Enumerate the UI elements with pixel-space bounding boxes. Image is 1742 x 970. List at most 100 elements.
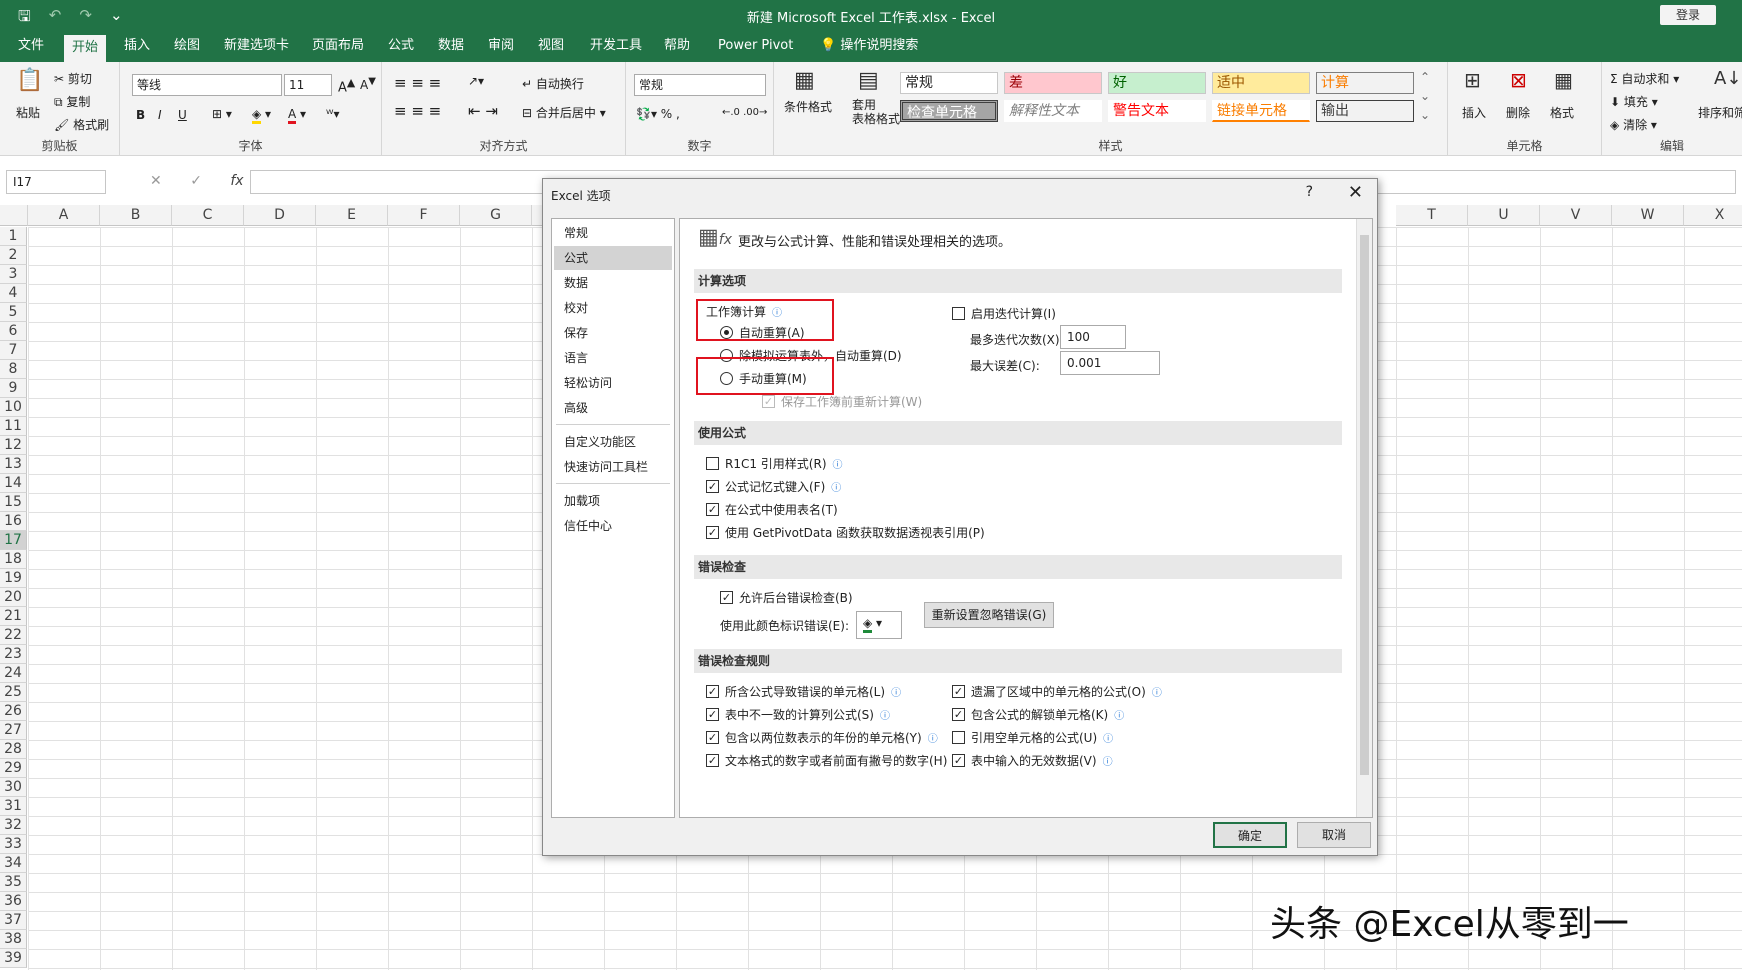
- col-header-e[interactable]: E: [316, 205, 388, 226]
- tab-file[interactable]: 文件: [10, 30, 52, 62]
- row-header[interactable]: 39: [0, 949, 27, 968]
- row-header[interactable]: 13: [0, 455, 27, 474]
- wrap-text-button[interactable]: ↵ 自动换行: [522, 75, 584, 92]
- border-icon[interactable]: ⊞ ▾: [212, 107, 232, 121]
- row-header[interactable]: 2: [0, 246, 27, 265]
- row-header[interactable]: 20: [0, 588, 27, 607]
- iterative-checkbox[interactable]: [952, 307, 965, 320]
- row-header[interactable]: 17: [0, 531, 27, 550]
- insert-function-icon[interactable]: fx: [230, 173, 243, 189]
- row-header[interactable]: 30: [0, 778, 27, 797]
- rule-inconsistent-column-checkbox[interactable]: ✓: [706, 708, 719, 721]
- col-header-d[interactable]: D: [244, 205, 316, 226]
- getpivotdata-option[interactable]: ✓ 使用 GetPivotData 函数获取数据透视表引用(P): [706, 524, 985, 541]
- content-scrollbar[interactable]: [1356, 219, 1372, 817]
- nav-data[interactable]: 数据: [554, 271, 672, 295]
- cancel-button[interactable]: 取消: [1297, 822, 1371, 848]
- ok-button[interactable]: 确定: [1213, 822, 1287, 848]
- autosum-button[interactable]: Σ 自动求和 ▾: [1610, 70, 1679, 87]
- help-icon[interactable]: ?: [1306, 184, 1313, 200]
- row-header[interactable]: 25: [0, 683, 27, 702]
- rule-unlocked-cells[interactable]: ✓ 包含公式的解锁单元格(K) ⓘ: [952, 706, 1124, 723]
- tab-review[interactable]: 审阅: [480, 30, 522, 62]
- clear-button[interactable]: ◈ 清除 ▾: [1610, 116, 1657, 133]
- row-header[interactable]: 5: [0, 303, 27, 322]
- phonetic-icon[interactable]: ᵂ▾: [326, 107, 340, 121]
- row-header[interactable]: 34: [0, 854, 27, 873]
- row-header[interactable]: 7: [0, 341, 27, 360]
- nav-customize-ribbon[interactable]: 自定义功能区: [554, 430, 672, 454]
- grow-font-icon[interactable]: A▲: [338, 76, 355, 95]
- row-header[interactable]: 1: [0, 227, 27, 246]
- tab-power-pivot[interactable]: Power Pivot: [710, 30, 801, 62]
- tab-view[interactable]: 视图: [530, 30, 572, 62]
- style-explanatory[interactable]: 解释性文本: [1004, 100, 1102, 122]
- name-box[interactable]: I17: [6, 170, 106, 194]
- select-all-corner[interactable]: [0, 205, 28, 226]
- max-iter-input[interactable]: 100: [1060, 325, 1126, 349]
- nav-accessibility[interactable]: 轻松访问: [554, 371, 672, 395]
- row-header[interactable]: 9: [0, 379, 27, 398]
- row-header[interactable]: 28: [0, 740, 27, 759]
- table-format-icon[interactable]: ▤: [858, 68, 879, 93]
- rule-text-numbers-checkbox[interactable]: ✓: [706, 754, 719, 767]
- error-color-picker[interactable]: ◈ ▾: [856, 611, 902, 639]
- merge-center-button[interactable]: ⊟ 合并后居中 ▾: [522, 104, 606, 121]
- col-header-x[interactable]: X: [1684, 205, 1742, 226]
- row-header[interactable]: 11: [0, 417, 27, 436]
- row-header[interactable]: 16: [0, 512, 27, 531]
- decimal-icon[interactable]: ←.0 .00→: [722, 107, 767, 118]
- col-header-u[interactable]: U: [1468, 205, 1540, 226]
- align-top-icon[interactable]: ≡ ≡ ≡: [394, 74, 441, 92]
- copy-button[interactable]: ⧉ 复制: [54, 93, 90, 110]
- row-header[interactable]: 23: [0, 645, 27, 664]
- rule-two-digit-years-checkbox[interactable]: ✓: [706, 731, 719, 744]
- nav-general[interactable]: 常规: [554, 221, 672, 245]
- nav-advanced[interactable]: 高级: [554, 396, 672, 420]
- autocomplete-option[interactable]: ✓ 公式记忆式键入(F) ⓘ: [706, 478, 841, 495]
- nav-trust-center[interactable]: 信任中心: [554, 514, 672, 538]
- shrink-font-icon[interactable]: A▼: [360, 76, 376, 92]
- row-header[interactable]: 36: [0, 892, 27, 911]
- rule-text-numbers[interactable]: ✓文本格式的数字或者前面有撇号的数字(H)ⓘ: [706, 752, 963, 769]
- rule-error-cells-checkbox[interactable]: ✓: [706, 685, 719, 698]
- row-header[interactable]: 27: [0, 721, 27, 740]
- cancel-icon[interactable]: ✕: [150, 173, 162, 189]
- scrollbar-thumb[interactable]: [1360, 235, 1369, 775]
- nav-formulas[interactable]: 公式: [554, 246, 672, 270]
- tab-help[interactable]: 帮助: [656, 30, 698, 62]
- tab-data[interactable]: 数据: [430, 30, 472, 62]
- row-header[interactable]: 6: [0, 322, 27, 341]
- fill-color-icon[interactable]: ◈ ▾: [252, 107, 271, 124]
- close-icon[interactable]: ✕: [1348, 182, 1363, 203]
- col-header-b[interactable]: B: [100, 205, 172, 226]
- bold-button[interactable]: B: [136, 108, 145, 122]
- indent-icon[interactable]: ⇤ ⇥: [468, 102, 498, 120]
- row-header[interactable]: 32: [0, 816, 27, 835]
- style-normal[interactable]: 常规: [900, 72, 998, 94]
- rule-unlocked-cells-checkbox[interactable]: ✓: [952, 708, 965, 721]
- underline-button[interactable]: U: [178, 108, 187, 122]
- row-header[interactable]: 31: [0, 797, 27, 816]
- conditional-format-button[interactable]: 条件格式: [784, 98, 832, 115]
- nav-save[interactable]: 保存: [554, 321, 672, 345]
- style-calculation[interactable]: 计算: [1316, 72, 1414, 94]
- style-neutral[interactable]: 适中: [1212, 72, 1310, 94]
- style-linked-cell[interactable]: 链接单元格: [1212, 100, 1310, 122]
- fill-button[interactable]: ⬇ 填充 ▾: [1610, 93, 1658, 110]
- col-header-v[interactable]: V: [1540, 205, 1612, 226]
- rule-invalid-data[interactable]: ✓ 表中输入的无效数据(V) ⓘ: [952, 752, 1113, 769]
- align-left-icon[interactable]: ≡ ≡ ≡: [394, 102, 441, 120]
- rule-omitted-cells-checkbox[interactable]: ✓: [952, 685, 965, 698]
- delete-cells-icon[interactable]: ⊠: [1510, 68, 1527, 92]
- row-header[interactable]: 21: [0, 607, 27, 626]
- row-header[interactable]: 29: [0, 759, 27, 778]
- format-painter-button[interactable]: 🖌 格式刷: [54, 116, 109, 133]
- tab-developer[interactable]: 开发工具: [582, 30, 650, 62]
- col-header-f[interactable]: F: [388, 205, 460, 226]
- row-header[interactable]: 37: [0, 911, 27, 930]
- rule-invalid-data-checkbox[interactable]: ✓: [952, 754, 965, 767]
- tab-home[interactable]: 开始: [64, 35, 107, 62]
- format-cells-button[interactable]: 格式: [1550, 104, 1574, 121]
- style-check-cell[interactable]: 检查单元格: [900, 100, 998, 122]
